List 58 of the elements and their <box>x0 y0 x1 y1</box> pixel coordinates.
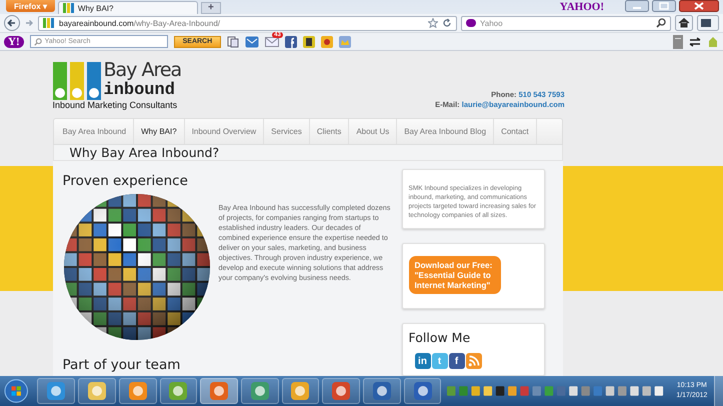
search-icon <box>34 38 42 46</box>
nav-link[interactable]: Contact <box>494 119 537 144</box>
home-icon[interactable] <box>675 15 693 31</box>
taskbar-button[interactable] <box>363 378 401 404</box>
taskbar-button[interactable] <box>404 378 442 404</box>
note-icon[interactable] <box>303 36 316 48</box>
taskbar-button[interactable] <box>118 378 157 404</box>
start-button[interactable] <box>4 378 28 404</box>
taskbar-button[interactable] <box>160 378 198 404</box>
minimize-icon[interactable] <box>625 0 649 12</box>
back-icon[interactable] <box>4 15 20 31</box>
bookmarks-icon[interactable] <box>697 15 719 31</box>
logo-icon <box>43 18 55 28</box>
nav-link[interactable]: Why BAI? <box>134 119 185 144</box>
taskbar-button[interactable] <box>78 378 116 404</box>
search-icon[interactable] <box>656 18 666 28</box>
follow-heading: Follow Me <box>408 330 472 345</box>
show-desktop-button[interactable] <box>714 376 723 406</box>
pages-icon[interactable] <box>227 36 240 48</box>
firefox-menu-button[interactable]: Firefox ▾ <box>6 0 55 12</box>
yahoo-logo: YAHOO! <box>560 1 604 13</box>
star-icon[interactable] <box>428 18 438 28</box>
yahoo-logo[interactable]: Y! <box>4 36 24 48</box>
panel-icon[interactable] <box>673 34 683 48</box>
linkedin-icon[interactable]: in <box>414 353 430 369</box>
section-heading: Proven experience <box>62 173 189 189</box>
nav-link[interactable]: Clients <box>310 119 350 144</box>
forward-icon[interactable] <box>24 18 34 28</box>
page-title: Why Bay Area Inbound? <box>52 145 562 161</box>
nav-link[interactable]: About Us <box>349 119 398 144</box>
taskbar-button[interactable] <box>282 378 320 404</box>
close-icon[interactable] <box>679 0 719 12</box>
search-field[interactable]: Yahoo <box>461 16 671 30</box>
nav-link[interactable]: Services <box>264 119 310 144</box>
swap-icon[interactable] <box>689 36 701 46</box>
taskbar-button[interactable] <box>200 378 238 404</box>
url-text: bayareainbound.com/why-Bay-Area-Inbound/ <box>59 18 220 28</box>
browser-tab[interactable]: Why BAI? <box>58 1 198 14</box>
search-placeholder: Yahoo <box>480 18 503 28</box>
section-heading: Part of your team <box>62 357 182 373</box>
taskbar-button[interactable] <box>37 378 76 404</box>
new-tab-button[interactable]: + <box>200 2 221 14</box>
rss-icon[interactable] <box>466 353 482 369</box>
badge-icon[interactable] <box>321 36 334 48</box>
facebook-icon[interactable] <box>285 36 298 48</box>
logo-icon <box>62 3 75 13</box>
nav-link[interactable]: Bay Area Inbound <box>56 119 134 144</box>
nav-link[interactable]: Inbound Overview <box>184 119 264 144</box>
address-field[interactable]: bayareainbound.com/why-Bay-Area-Inbound/ <box>38 16 457 30</box>
download-button[interactable]: Download our Free: "Essential Guide to Internet Marketing" <box>408 256 500 294</box>
facebook-icon[interactable]: f <box>448 353 464 369</box>
mail-icon[interactable] <box>245 36 260 48</box>
nav-link[interactable]: Bay Area Inbound Blog <box>397 119 494 144</box>
taskbar-button[interactable] <box>240 378 279 404</box>
twitter-icon[interactable]: t <box>432 353 448 369</box>
reload-icon[interactable] <box>442 18 452 28</box>
company-logo[interactable]: Bay Area inbound Inbound Marketing Consultants <box>52 59 182 110</box>
taskbar-button[interactable] <box>322 378 360 404</box>
